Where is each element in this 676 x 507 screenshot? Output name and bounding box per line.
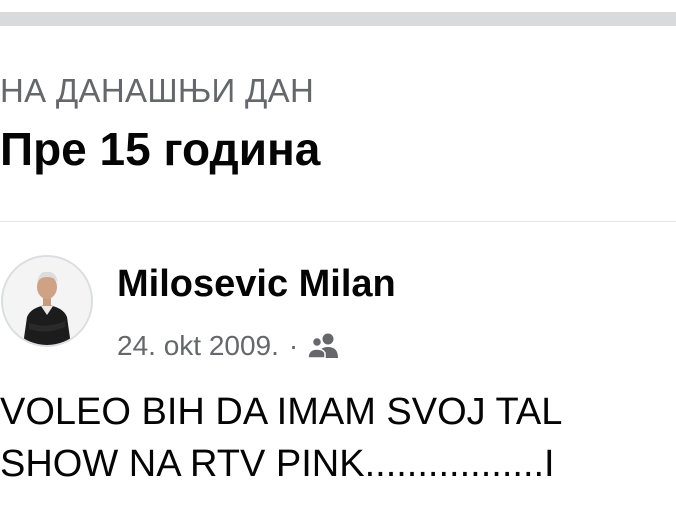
section-divider	[0, 221, 676, 222]
post-text-line: SHOW NA RTV PINK.................I	[0, 443, 555, 485]
friends-icon[interactable]	[306, 332, 342, 360]
post-meta: 24. okt 2009. ·	[117, 328, 342, 364]
meta-separator: ·	[288, 330, 299, 361]
post-date[interactable]: 24. okt 2009.	[117, 330, 279, 362]
person-photo-icon	[3, 257, 91, 345]
post-text: VOLEO BIH DA IMAM SVOJ TAL SHOW NA RTV P…	[0, 386, 676, 490]
on-this-day-label: НА ДАНАШЊИ ДАН	[0, 72, 315, 109]
top-spacer	[0, 0, 676, 12]
top-divider-bar	[0, 12, 676, 26]
author-name[interactable]: Milosevic Milan	[117, 263, 396, 306]
post-text-line: VOLEO BIH DA IMAM SVOJ TAL	[0, 391, 563, 433]
years-ago-title: Пре 15 година	[0, 123, 321, 175]
memory-card: НА ДАНАШЊИ ДАН Пре 15 година Milosevic M…	[0, 0, 676, 507]
author-avatar[interactable]	[1, 255, 93, 347]
